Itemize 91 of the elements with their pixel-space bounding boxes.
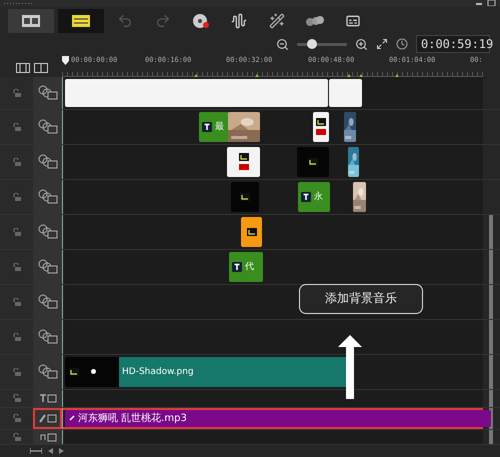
audio-wave-icon[interactable] — [231, 12, 247, 29]
dot-icon — [91, 369, 96, 374]
storyboard-view-tab[interactable] — [8, 8, 54, 33]
chapter-icon[interactable] — [34, 62, 48, 73]
track-lane[interactable]: 最 — [62, 110, 483, 144]
scrollbar-icon[interactable] — [489, 430, 493, 444]
scrollbar-icon[interactable] — [489, 284, 493, 319]
track-lane[interactable]: HD-Shadow.png — [62, 354, 483, 389]
clip-name: 河东狮吼 乱世桃花.mp3 — [78, 412, 187, 426]
track-manager-icon[interactable] — [16, 62, 30, 73]
image-icon — [308, 158, 318, 166]
image-icon — [240, 192, 250, 201]
title-clip-text: 代 — [245, 261, 254, 274]
lock-icon[interactable] — [12, 122, 21, 131]
scroll-right-icon[interactable] — [59, 448, 64, 454]
text-icon — [301, 192, 311, 202]
image-icon — [246, 228, 256, 236]
color-clip[interactable] — [241, 216, 262, 247]
text-icon — [202, 122, 212, 132]
record-icon — [238, 164, 248, 170]
magic-wand-icon[interactable] — [269, 12, 285, 29]
photo-clip[interactable] — [353, 182, 366, 212]
media-clip[interactable]: HD-Shadow.png — [65, 356, 347, 387]
title-clip[interactable]: 最 — [199, 112, 231, 142]
zoom-out-icon[interactable] — [276, 38, 289, 51]
video-clip[interactable] — [65, 78, 328, 107]
overlay-track-icon — [38, 364, 58, 380]
timeline-view-tab[interactable] — [58, 8, 104, 33]
photo-clip[interactable] — [348, 146, 359, 177]
film-reel-icon[interactable] — [192, 12, 210, 29]
track-lane[interactable]: 永 — [62, 180, 483, 214]
scrollbar-icon[interactable] — [489, 354, 493, 389]
photo-clip[interactable] — [228, 112, 260, 142]
title-clip[interactable]: 永 — [298, 182, 330, 212]
filmstrip-icon — [22, 14, 40, 27]
lock-icon[interactable] — [12, 88, 21, 97]
scrollbar-icon[interactable] — [489, 320, 493, 354]
lock-icon[interactable] — [12, 332, 21, 341]
image-clip[interactable] — [231, 182, 259, 212]
fit-timeline-icon[interactable] — [30, 448, 42, 454]
overlay-track-icon — [38, 328, 58, 345]
overlay-track-icon — [38, 118, 58, 135]
window-controls-icon[interactable] — [476, 0, 496, 6]
scrollbar-icon[interactable] — [489, 390, 493, 407]
overlay-track-icon — [38, 294, 58, 310]
zoom-in-icon[interactable] — [355, 38, 368, 51]
clip-name: HD-Shadow.png — [122, 366, 194, 377]
playhead-icon[interactable] — [62, 56, 69, 65]
lock-icon[interactable] — [12, 298, 21, 306]
callout-tooltip: 添加背景音乐 — [299, 284, 423, 314]
pointer-arrow — [338, 334, 362, 399]
subtitle-icon[interactable] — [345, 12, 361, 29]
grip-icon[interactable] — [4, 2, 34, 5]
audio-clip[interactable]: 河东狮吼 乱世桃花.mp3 — [65, 410, 491, 427]
image-clip[interactable] — [297, 146, 329, 177]
photo-clip[interactable] — [344, 112, 356, 142]
overlay-track-icon — [38, 84, 58, 101]
lock-icon[interactable] — [12, 368, 21, 376]
overlay-track-icon — [38, 154, 58, 170]
title-clip[interactable]: 代 — [229, 252, 263, 282]
lock-icon[interactable] — [12, 432, 21, 441]
scrollbar-icon[interactable] — [489, 408, 493, 429]
lock-icon[interactable] — [12, 262, 21, 271]
spheres-icon[interactable] — [305, 14, 325, 27]
title-track-icon — [38, 393, 56, 404]
timeline-icon — [72, 14, 90, 27]
image-clip[interactable] — [313, 112, 329, 142]
lock-icon[interactable] — [12, 228, 21, 236]
timecode-display: 0:00:59:19 — [416, 35, 490, 54]
lock-icon[interactable] — [12, 158, 21, 166]
track-lane[interactable]: 代 — [62, 250, 483, 284]
scroll-left-icon[interactable] — [48, 448, 53, 454]
overlay-track-icon — [38, 188, 58, 205]
scrollbar-icon[interactable] — [489, 250, 493, 284]
lock-icon[interactable] — [12, 414, 21, 422]
title-clip-text: 最 — [215, 120, 224, 134]
image-icon — [238, 153, 248, 162]
overlay-track-icon — [38, 224, 58, 240]
overlay-track-icon — [38, 258, 58, 275]
video-clip[interactable] — [329, 78, 362, 107]
image-clip[interactable] — [227, 146, 260, 177]
text-icon — [232, 262, 242, 272]
fit-icon[interactable] — [376, 38, 388, 50]
scrollbar-icon[interactable] — [489, 214, 493, 249]
image-icon — [316, 118, 326, 126]
record-icon — [316, 129, 326, 136]
lock-icon[interactable] — [12, 394, 21, 402]
image-icon — [69, 368, 79, 376]
lock-icon[interactable] — [12, 192, 21, 201]
title-clip-text: 永 — [314, 190, 323, 204]
clock-icon[interactable] — [396, 38, 408, 50]
